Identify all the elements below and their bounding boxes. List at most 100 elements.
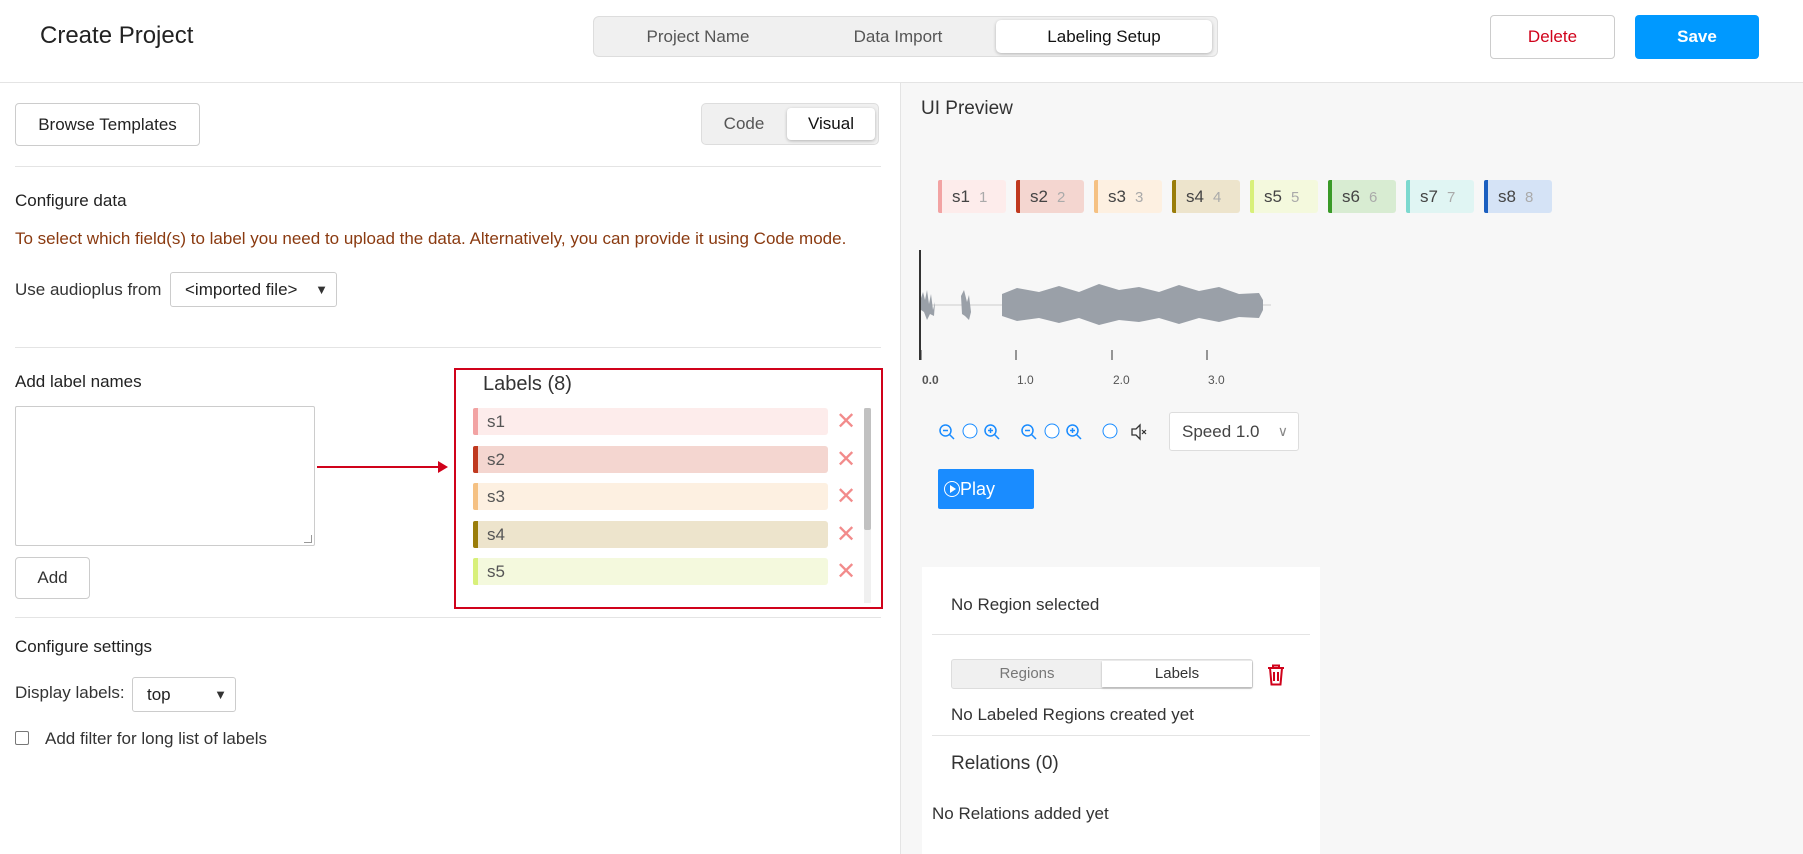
tab-labels[interactable]: Labels xyxy=(1102,661,1252,687)
configure-data-hint: To select which field(s) to label you ne… xyxy=(15,229,847,248)
display-labels-label: Display labels: xyxy=(15,683,125,702)
visual-mode-tab[interactable]: Visual xyxy=(787,108,875,140)
scrollbar-thumb[interactable] xyxy=(864,408,871,530)
label-chip-name: s3 xyxy=(1108,187,1126,206)
remove-label-icon[interactable]: ✕ xyxy=(834,446,858,473)
label-chip-color-bar xyxy=(1328,180,1332,213)
label-item-name: s5 xyxy=(487,562,505,581)
label-item-name: s1 xyxy=(487,412,505,431)
label-chip[interactable]: s1 1 xyxy=(938,180,1006,213)
vertical-zoom-slider-handle-icon[interactable] xyxy=(1043,422,1061,440)
label-color-bar xyxy=(473,558,478,585)
label-chip-color-bar xyxy=(1172,180,1176,213)
no-relations-text: No Relations added yet xyxy=(932,804,1109,823)
label-chip-color-bar xyxy=(1406,180,1410,213)
divider xyxy=(15,347,881,348)
annotation-arrow-head-icon xyxy=(438,461,448,473)
delete-button[interactable]: Delete xyxy=(1490,15,1615,59)
label-chip-name: s1 xyxy=(952,187,970,206)
volume-icon[interactable] xyxy=(1130,423,1148,441)
speed-select[interactable]: Speed 1.0 ∨ xyxy=(1169,412,1299,451)
label-chip-hotkey: 1 xyxy=(978,189,988,206)
label-chip-hotkey: 4 xyxy=(1212,189,1222,206)
chevron-down-icon: ▼ xyxy=(214,687,227,702)
config-panel: Browse Templates Code Visual Configure d… xyxy=(0,83,900,854)
label-chip-hotkey: 8 xyxy=(1524,189,1534,206)
label-chip-color-bar xyxy=(1094,180,1098,213)
label-chip[interactable]: s5 5 xyxy=(1250,180,1318,213)
vertical-zoom-out-icon[interactable] xyxy=(1020,423,1038,441)
data-field-select-value: <imported file> xyxy=(185,280,298,299)
tab-labeling-setup[interactable]: Labeling Setup xyxy=(996,20,1212,53)
remove-label-icon[interactable]: ✕ xyxy=(834,558,858,585)
top-bar: Create Project Project Name Data Import … xyxy=(0,0,1803,83)
add-label-title: Add label names xyxy=(15,372,142,391)
label-item[interactable]: s1 xyxy=(473,408,828,435)
label-item[interactable]: s2 xyxy=(473,445,828,473)
data-field-select[interactable]: <imported file> ▼ xyxy=(170,272,337,307)
play-button[interactable]: Play xyxy=(938,469,1034,509)
remove-label-icon[interactable]: ✕ xyxy=(834,483,858,510)
label-item-name: s2 xyxy=(487,449,505,469)
label-chip[interactable]: s4 4 xyxy=(1172,180,1240,213)
label-item-name: s4 xyxy=(487,524,505,544)
display-labels-select[interactable]: top ▼ xyxy=(132,677,236,712)
resize-handle-icon[interactable] xyxy=(304,535,312,543)
add-label-button[interactable]: Add xyxy=(15,557,90,599)
label-chip-color-bar xyxy=(1016,180,1020,213)
zoom-slider-handle-icon[interactable] xyxy=(961,422,979,440)
label-names-input[interactable] xyxy=(15,406,315,546)
label-chip-name: s6 xyxy=(1342,187,1360,206)
label-chip-hotkey: 6 xyxy=(1368,189,1378,206)
zoom-in-icon[interactable] xyxy=(983,423,1001,441)
divider xyxy=(932,634,1310,635)
label-chip[interactable]: s2 2 xyxy=(1016,180,1084,213)
label-chip-name: s2 xyxy=(1030,187,1048,206)
browse-templates-button[interactable]: Browse Templates xyxy=(15,103,200,146)
configure-data-title: Configure data xyxy=(15,191,127,210)
label-chip-hotkey: 7 xyxy=(1446,189,1456,206)
label-chip-name: s5 xyxy=(1264,187,1282,206)
preview-title: UI Preview xyxy=(921,98,1013,119)
time-tick: 3.0 xyxy=(1208,373,1225,387)
mode-toggle: Code Visual xyxy=(701,103,879,145)
remove-label-icon[interactable]: ✕ xyxy=(834,408,858,435)
filter-checkbox[interactable] xyxy=(15,731,29,745)
label-chip-name: s7 xyxy=(1420,187,1438,206)
code-mode-tab[interactable]: Code xyxy=(706,108,782,140)
regions-labels-toggle: Regions Labels xyxy=(951,659,1253,689)
display-labels-value: top xyxy=(147,685,171,704)
remove-label-icon[interactable]: ✕ xyxy=(834,521,858,548)
speed-value: Speed 1.0 xyxy=(1182,422,1260,441)
tab-regions[interactable]: Regions xyxy=(953,661,1101,687)
zoom-out-icon[interactable] xyxy=(938,423,956,441)
label-item[interactable]: s4 xyxy=(473,520,828,548)
label-item[interactable]: s5 xyxy=(473,558,828,585)
label-chip-color-bar xyxy=(938,180,942,213)
label-item-name: s3 xyxy=(487,487,505,506)
relations-title: Relations (0) xyxy=(951,753,1059,774)
label-chip[interactable]: s3 3 xyxy=(1094,180,1162,213)
step-tabs: Project Name Data Import Labeling Setup xyxy=(593,16,1218,57)
audio-waveform[interactable] xyxy=(919,250,1271,360)
label-chip[interactable]: s6 6 xyxy=(1328,180,1396,213)
page-title: Create Project xyxy=(40,22,194,49)
vertical-zoom-in-icon[interactable] xyxy=(1065,423,1083,441)
play-icon xyxy=(944,481,960,497)
time-tick: 0.0 xyxy=(922,373,939,387)
label-chip-hotkey: 5 xyxy=(1290,189,1300,206)
trash-icon[interactable] xyxy=(1265,663,1287,687)
label-chip[interactable]: s8 8 xyxy=(1484,180,1552,213)
save-button[interactable]: Save xyxy=(1635,15,1759,59)
no-labeled-regions-text: No Labeled Regions created yet xyxy=(951,705,1194,724)
label-chip-name: s8 xyxy=(1498,187,1516,206)
label-chip-hotkey: 2 xyxy=(1056,189,1066,206)
tab-project-name[interactable]: Project Name xyxy=(598,20,798,53)
tab-data-import[interactable]: Data Import xyxy=(798,20,998,53)
label-item[interactable]: s3 xyxy=(473,483,828,510)
time-tick: 2.0 xyxy=(1113,373,1130,387)
label-chip[interactable]: s7 7 xyxy=(1406,180,1474,213)
volume-slider-handle-icon[interactable] xyxy=(1101,422,1119,440)
play-label: Play xyxy=(960,479,996,499)
annotation-arrow xyxy=(317,466,442,468)
